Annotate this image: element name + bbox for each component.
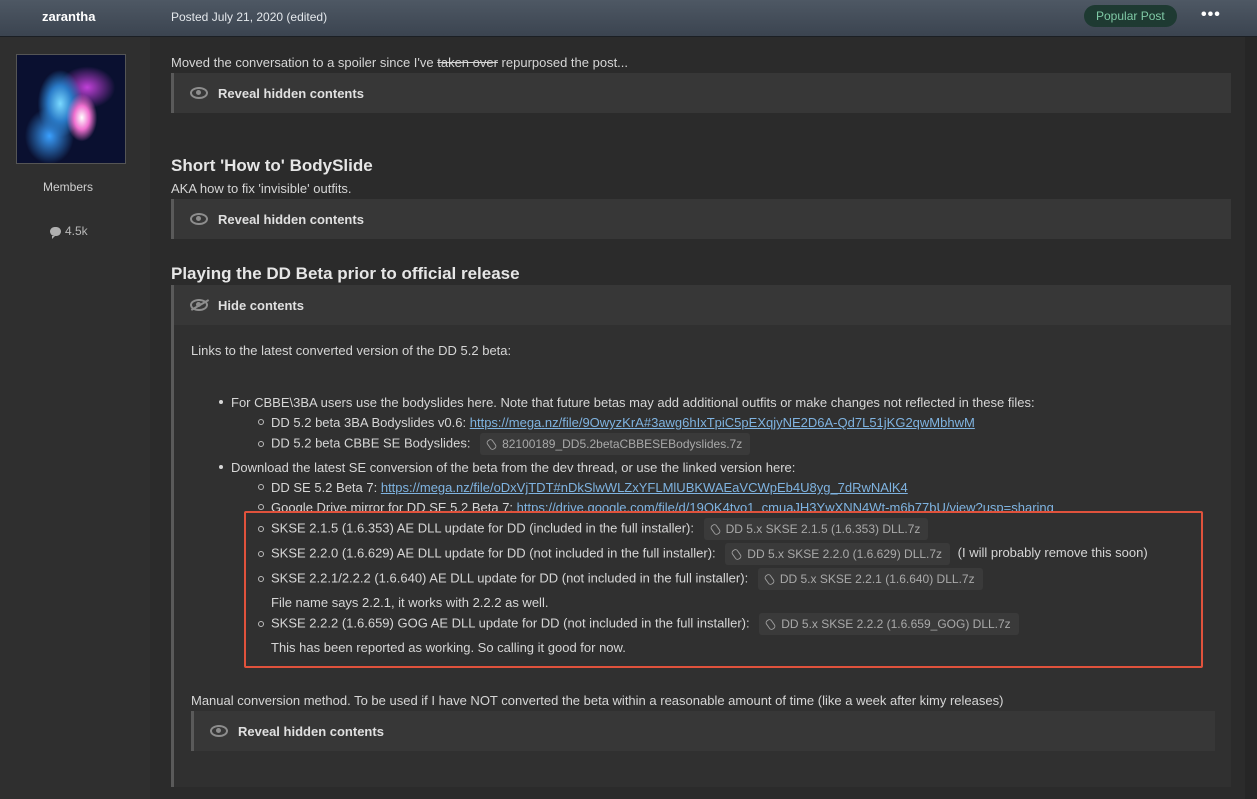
more-options-icon[interactable]: ••• [1201,6,1221,24]
intro-pre: Moved the conversation to a spoiler sinc… [171,55,438,70]
paperclip-icon [764,617,777,631]
reveal-label: Reveal hidden contents [238,723,384,739]
popular-post-badge: Popular Post [1084,5,1177,27]
eye-slash-icon [190,299,208,311]
attachment-name: DD 5.x SKSE 2.2.0 (1.6.629) DLL.7z [747,547,943,561]
eye-icon [190,213,208,225]
spoiler-reveal-1[interactable]: Reveal hidden contents [171,73,1231,113]
item-label: Google Drive mirror for DD SE 5.2 Beta 7… [271,500,517,511]
section-heading-bodyslide: Short 'How to' BodySlide [171,156,373,175]
manual-conversion-text: Manual conversion method. To be used if … [191,693,1004,708]
mega-link-beta7[interactable]: https://mega.nz/file/oDxVjTDT#nDkSlwWLZx… [381,480,908,495]
attachment-skse-221[interactable]: DD 5.x SKSE 2.2.1 (1.6.640) DLL.7z [757,568,983,590]
intro-struck: taken over [437,55,498,70]
section-heading-dd-beta: Playing the DD Beta prior to official re… [171,264,520,283]
post-count-value: 4.5k [65,224,88,238]
mega-link-3ba[interactable]: https://mega.nz/file/9OwyzKrA#3awg6hIxTp… [470,415,975,430]
gdrive-link[interactable]: https://drive.google.com/file/d/19OK4tvo… [517,500,1054,511]
item-label: DD 5.2 beta 3BA Bodyslides v0.6: [271,415,470,430]
sub-bullet [258,576,264,582]
attachment-name: DD 5.x SKSE 2.2.2 (1.6.659_GOG) DLL.7z [781,617,1011,631]
reveal-label: Reveal hidden contents [218,85,364,101]
list-item-download: Download the latest SE conversion of the… [231,460,796,475]
item-label: SKSE 2.1.5 (1.6.353) AE DLL update for D… [271,520,694,536]
item-label: SKSE 2.2.0 (1.6.629) AE DLL update for D… [271,545,716,561]
reveal-label: Reveal hidden contents [218,211,364,227]
bullet [219,465,223,469]
scrollbar[interactable] [1245,37,1257,799]
spoiler-reveal-2[interactable]: Reveal hidden contents [171,199,1231,239]
list-item-skse-220: SKSE 2.2.0 (1.6.629) AE DLL update for D… [271,543,1148,565]
sub-bullet [258,484,264,490]
comment-icon [50,226,61,239]
item-note: (I will probably remove this soon) [957,545,1148,561]
list-item-skse-215: SKSE 2.1.5 (1.6.353) AE DLL update for D… [271,518,929,540]
spoiler-reveal-3[interactable]: Reveal hidden contents [191,711,1215,751]
links-intro: Links to the latest converted version of… [191,343,512,358]
author-name[interactable]: zarantha [42,9,95,24]
sub-bullet [258,441,264,447]
attachment-skse-215[interactable]: DD 5.x SKSE 2.1.5 (1.6.353) DLL.7z [703,518,929,540]
post-date[interactable]: Posted July 21, 2020 (edited) [171,10,327,24]
post-header: zarantha Posted July 21, 2020 (edited) P… [0,0,1257,37]
attachment-skse-222-gog[interactable]: DD 5.x SKSE 2.2.2 (1.6.659_GOG) DLL.7z [759,613,1019,635]
paperclip-icon [730,547,743,561]
spoiler-hide-toggle[interactable]: Hide contents [174,285,1231,325]
paperclip-icon [763,572,776,586]
item-label: DD 5.2 beta CBBE SE Bodyslides: [271,435,471,451]
sub-bullet [258,419,264,425]
attachment-name: DD 5.x SKSE 2.2.1 (1.6.640) DLL.7z [779,572,975,586]
list-item-skse-222-gog: SKSE 2.2.2 (1.6.659) GOG AE DLL update f… [271,613,1019,635]
eye-icon [190,87,208,99]
gdrive-row-clip: Google Drive mirror for DD SE 5.2 Beta 7… [250,500,1110,511]
list-item-skse-221: SKSE 2.2.1/2.2.2 (1.6.640) AE DLL update… [271,568,983,590]
bullet [219,400,223,404]
list-item-gdrive: Google Drive mirror for DD SE 5.2 Beta 7… [271,500,1054,511]
item-label: DD SE 5.2 Beta 7: [271,480,381,495]
skse-221-note: File name says 2.2.1, it works with 2.2.… [271,595,549,610]
post-count: 4.5k [50,224,88,239]
attachment-name: DD 5.x SKSE 2.1.5 (1.6.353) DLL.7z [725,522,921,536]
list-item-cbbe: For CBBE\3BA users use the bodyslides he… [231,395,1035,410]
item-label: SKSE 2.2.1/2.2.2 (1.6.640) AE DLL update… [271,570,749,586]
user-group: Members [43,180,94,194]
attachment-cbbe-bodyslides[interactable]: 82100189_DD5.2betaCBBESEBodyslides.7z [480,433,751,455]
sub-bullet [258,504,264,510]
list-item-beta7: DD SE 5.2 Beta 7: https://mega.nz/file/o… [271,480,908,495]
attachment-name: 82100189_DD5.2betaCBBESEBodyslides.7z [502,437,743,451]
list-item-3ba: DD 5.2 beta 3BA Bodyslides v0.6: https:/… [271,415,975,430]
hide-label: Hide contents [218,297,304,313]
intro-post: repurposed the post... [497,55,629,70]
paperclip-icon [709,522,722,536]
list-item-cbbe-se: DD 5.2 beta CBBE SE Bodyslides: 82100189… [271,433,751,455]
attachment-skse-220[interactable]: DD 5.x SKSE 2.2.0 (1.6.629) DLL.7z [725,543,951,565]
section-subtitle: AKA how to fix 'invisible' outfits. [171,181,352,196]
sub-bullet [258,526,264,532]
item-label: SKSE 2.2.2 (1.6.659) GOG AE DLL update f… [271,615,750,631]
intro-text: Moved the conversation to a spoiler sinc… [171,55,628,70]
paperclip-icon [485,437,498,451]
eye-icon [210,725,228,737]
avatar[interactable] [16,54,126,164]
skse-222-note: This has been reported as working. So ca… [271,640,626,655]
sub-bullet [258,551,264,557]
sub-bullet [258,621,264,627]
